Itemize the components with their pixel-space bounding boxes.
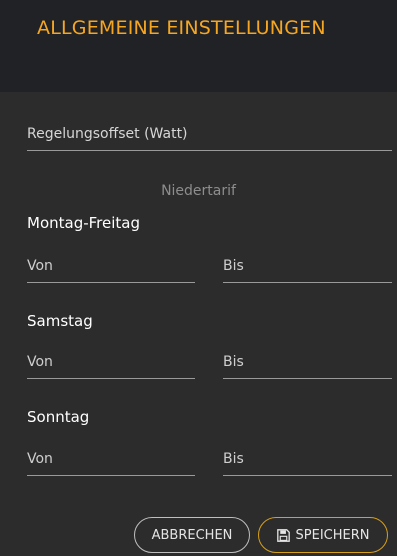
floppy-disk-icon [276, 528, 290, 542]
cancel-button-label: ABBRECHEN [151, 527, 233, 543]
settings-dialog: ALLGEMEINE EINSTELLUNGEN Regelungsoffset… [0, 0, 397, 556]
save-button[interactable]: SPEICHERN [258, 517, 388, 553]
offset-placeholder: Regelungsoffset (Watt) [27, 126, 188, 142]
section-label-niedertarif: Niedertarif [161, 183, 236, 199]
sunday-to-placeholder: Bis [223, 451, 244, 467]
weekdays-from-input[interactable]: Von [27, 250, 195, 283]
dialog-title: ALLGEMEINE EINSTELLUNGEN [37, 17, 326, 39]
weekdays-from-placeholder: Von [27, 258, 53, 274]
weekdays-to-placeholder: Bis [223, 258, 244, 274]
sunday-from-input[interactable]: Von [27, 443, 195, 476]
day-label-sunday: Sonntag [27, 408, 90, 426]
dialog-header: ALLGEMEINE EINSTELLUNGEN [0, 0, 397, 92]
saturday-to-placeholder: Bis [223, 354, 244, 370]
offset-input[interactable]: Regelungsoffset (Watt) [27, 118, 392, 151]
cancel-button[interactable]: ABBRECHEN [134, 517, 250, 553]
weekdays-to-input[interactable]: Bis [223, 250, 392, 283]
save-button-label: SPEICHERN [295, 527, 370, 543]
sunday-to-input[interactable]: Bis [223, 443, 392, 476]
saturday-from-input[interactable]: Von [27, 346, 195, 379]
saturday-from-placeholder: Von [27, 354, 53, 370]
day-label-weekdays: Montag-Freitag [27, 214, 140, 232]
day-label-saturday: Samstag [27, 312, 93, 330]
sunday-from-placeholder: Von [27, 451, 53, 467]
saturday-to-input[interactable]: Bis [223, 346, 392, 379]
